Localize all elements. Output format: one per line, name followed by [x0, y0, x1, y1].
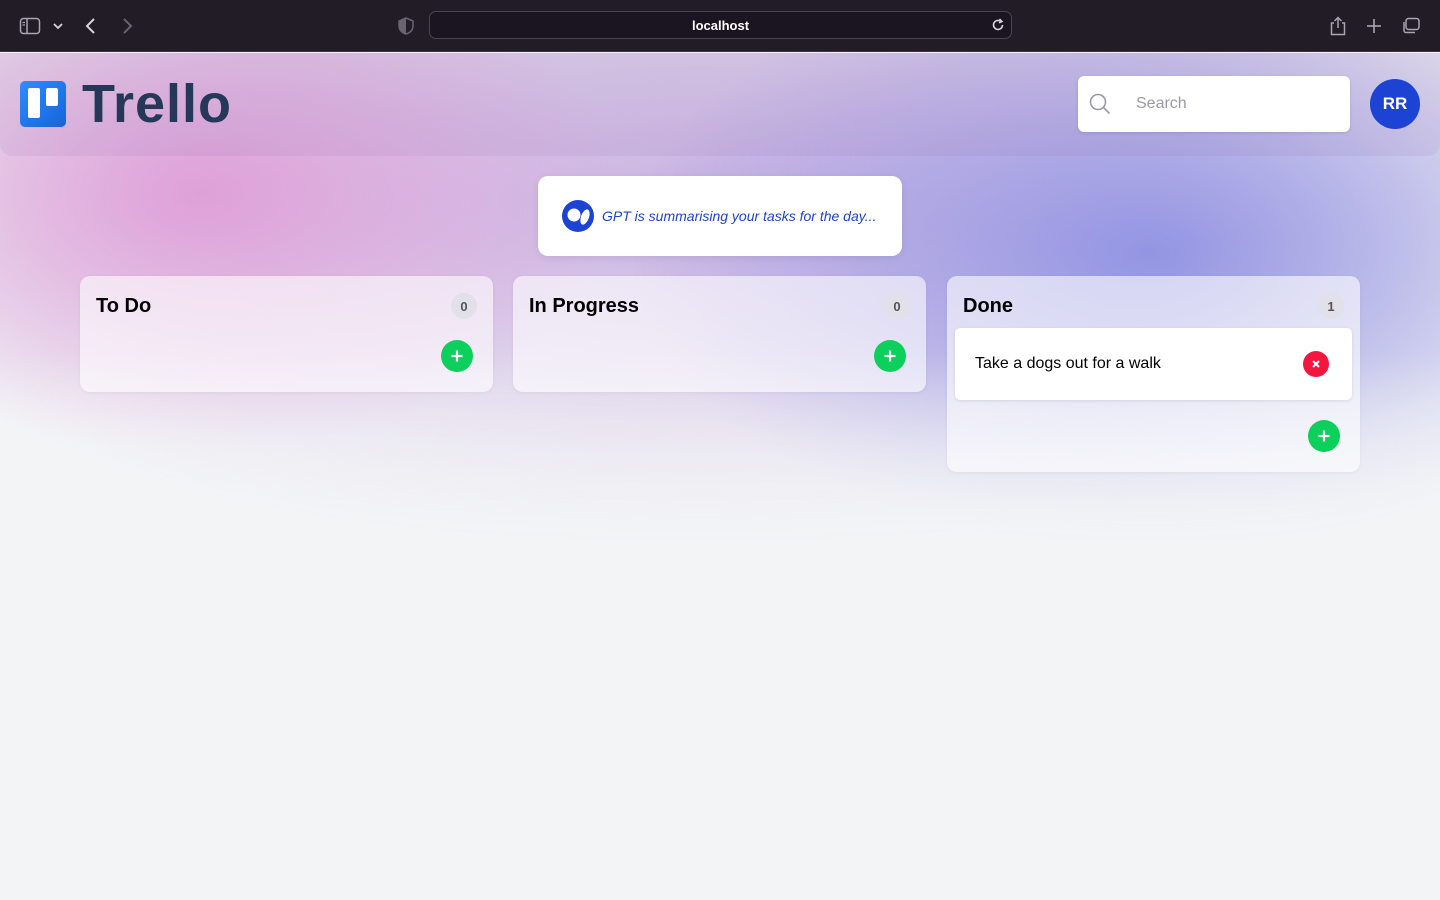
column-title: In Progress	[529, 295, 640, 317]
task-card[interactable]: Take a dogs out for a walk	[955, 328, 1352, 400]
add-task-button[interactable]	[1308, 420, 1340, 452]
chevron-down-icon[interactable]	[48, 13, 68, 39]
column-in-progress: In Progress 0	[513, 276, 926, 392]
trello-logo-icon	[20, 81, 66, 127]
sidebar-toggle-icon[interactable]	[17, 13, 43, 39]
shield-icon[interactable]	[393, 13, 419, 39]
delete-task-button[interactable]	[1303, 351, 1329, 377]
url-text: localhost	[691, 17, 750, 33]
column-title: Done	[963, 295, 1013, 317]
avatar[interactable]: RR	[1370, 79, 1420, 129]
back-icon[interactable]	[78, 13, 104, 39]
logo-text: Trello	[82, 74, 233, 134]
plus-icon	[884, 350, 896, 362]
column-count-badge: 0	[884, 293, 910, 319]
column-count-badge: 0	[451, 293, 477, 319]
browser-toolbar: localhost	[0, 0, 1440, 52]
gpt-assistant-icon	[561, 199, 595, 233]
tabs-overview-icon[interactable]	[1398, 13, 1424, 39]
column-todo: To Do 0	[80, 276, 493, 392]
task-text: Take a dogs out for a walk	[975, 355, 1161, 372]
trello-logo[interactable]: Trello	[20, 74, 233, 134]
share-icon[interactable]	[1325, 13, 1351, 39]
search-box[interactable]	[1078, 76, 1350, 132]
column-count-badge: 1	[1318, 293, 1344, 319]
new-tab-icon[interactable]	[1361, 13, 1387, 39]
url-bar[interactable]: localhost	[429, 11, 1012, 39]
add-task-button[interactable]	[874, 340, 906, 372]
plus-icon	[451, 350, 463, 362]
column-done: Done 1 Take a dogs out for a walk	[947, 276, 1360, 472]
gpt-summary-text: GPT is summarising your tasks for the da…	[602, 208, 877, 224]
gpt-summary-card: GPT is summarising your tasks for the da…	[538, 176, 902, 256]
column-title: To Do	[96, 295, 152, 317]
close-icon	[1312, 360, 1320, 368]
search-input[interactable]	[1136, 90, 1336, 118]
plus-icon	[1318, 430, 1330, 442]
search-icon	[1088, 92, 1112, 116]
add-task-button[interactable]	[441, 340, 473, 372]
reload-icon[interactable]	[989, 16, 1007, 34]
forward-icon[interactable]	[114, 13, 140, 39]
